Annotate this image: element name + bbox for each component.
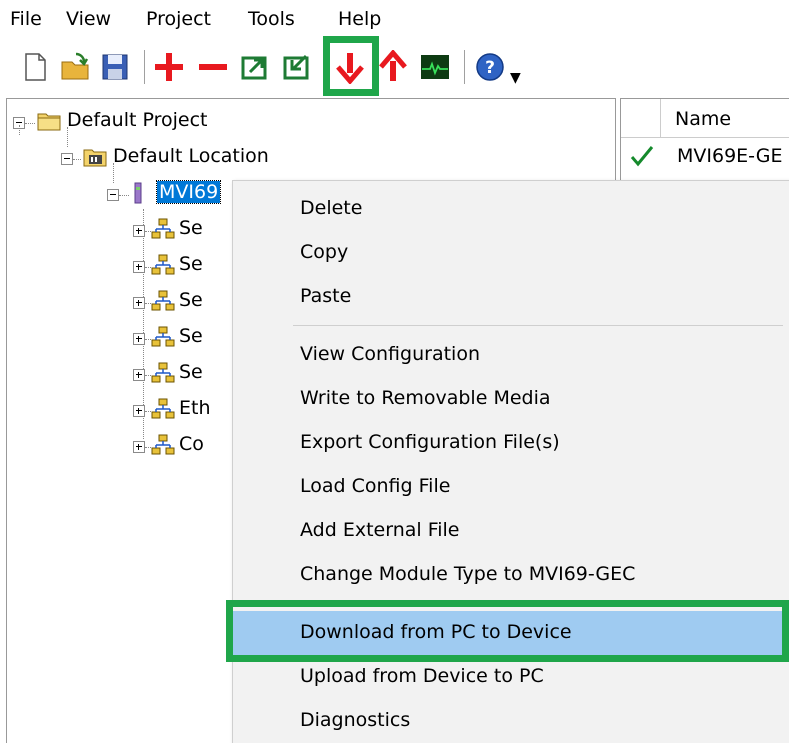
export-icon[interactable]: [238, 50, 272, 84]
remove-icon[interactable]: [196, 50, 230, 84]
add-icon[interactable]: [152, 50, 186, 84]
expand-toggle[interactable]: [133, 225, 145, 237]
download-button-highlight: [323, 36, 379, 96]
list-header-name[interactable]: Name: [661, 99, 789, 138]
menu-item-label: Change Module Type to MVI69-GEC: [300, 563, 636, 585]
menu-item-copy[interactable]: Copy: [233, 231, 789, 275]
network-icon: [151, 290, 175, 312]
menu-item-label: Delete: [300, 197, 363, 219]
menu-item-view-configuration[interactable]: View Configuration: [233, 333, 789, 377]
menu-item-change-module-type[interactable]: Change Module Type to MVI69-GEC: [233, 553, 789, 597]
tree-label-child: Co: [179, 433, 204, 455]
menu-item-load-config-file[interactable]: Load Config File: [233, 465, 789, 509]
menu-item-export-configuration[interactable]: Export Configuration File(s): [233, 421, 789, 465]
tree-label-child: Se: [179, 289, 203, 311]
expand-toggle[interactable]: [133, 333, 145, 345]
list-item-name: MVI69E-GE: [677, 145, 783, 167]
diagnostics-icon[interactable]: [418, 50, 452, 84]
list-header-name-label: Name: [675, 108, 732, 130]
menu-item-label: Load Config File: [300, 475, 451, 497]
menu-item-label: Paste: [300, 285, 352, 307]
menu-item-label: Write to Removable Media: [300, 387, 551, 409]
tree-label-location: Default Location: [113, 145, 269, 167]
menu-item-paste[interactable]: Paste: [233, 275, 789, 319]
help-dropdown-arrow[interactable]: ▼: [510, 70, 521, 86]
menu-bar: File View Project Tools Help: [0, 0, 789, 38]
network-icon: [151, 326, 175, 348]
expand-toggle[interactable]: [133, 405, 145, 417]
menu-item-add-external-file[interactable]: Add External File: [233, 509, 789, 553]
tree-label-child: Se: [179, 217, 203, 239]
menu-item-label: Upload from Device to PC: [300, 665, 544, 687]
list-header-status[interactable]: [621, 99, 661, 138]
save-icon[interactable]: [98, 50, 132, 84]
tree-label-module: MVI69: [155, 180, 222, 204]
open-folder-icon[interactable]: [58, 50, 92, 84]
menu-tools[interactable]: Tools: [248, 8, 295, 30]
new-file-icon[interactable]: [18, 50, 52, 84]
folder-icon: [37, 110, 61, 132]
expand-toggle[interactable]: [133, 441, 145, 453]
menu-view[interactable]: View: [66, 8, 111, 30]
menu-separator: [293, 325, 783, 326]
expand-toggle[interactable]: [133, 369, 145, 381]
menu-help[interactable]: Help: [338, 8, 381, 30]
svg-text:?: ?: [485, 58, 495, 78]
expand-toggle[interactable]: [133, 297, 145, 309]
download-menu-item-highlight: [226, 600, 789, 662]
collapse-toggle[interactable]: [107, 189, 119, 201]
menu-item-label: View Configuration: [300, 343, 480, 365]
upload-icon[interactable]: [376, 50, 410, 84]
menu-item-label: Copy: [300, 241, 349, 263]
menu-item-diagnostics[interactable]: Diagnostics: [233, 699, 789, 743]
menu-item-label: Diagnostics: [300, 709, 411, 731]
network-icon: [151, 434, 175, 456]
menu-file[interactable]: File: [10, 8, 42, 30]
toolbar: ? ▼: [0, 36, 789, 96]
module-icon: [131, 182, 145, 204]
expand-toggle[interactable]: [133, 261, 145, 273]
network-icon: [151, 218, 175, 240]
import-icon[interactable]: [280, 50, 314, 84]
network-icon: [151, 398, 175, 420]
menu-item-label: Export Configuration File(s): [300, 431, 560, 453]
rack-icon: [83, 146, 107, 168]
network-icon: [151, 362, 175, 384]
menu-item-write-removable-media[interactable]: Write to Removable Media: [233, 377, 789, 421]
tree-label-child: Se: [179, 361, 203, 383]
network-icon: [151, 254, 175, 276]
menu-item-delete[interactable]: Delete: [233, 187, 789, 231]
help-icon[interactable]: ?: [474, 50, 508, 84]
tree-label-child: Se: [179, 325, 203, 347]
collapse-toggle[interactable]: [61, 153, 73, 165]
check-icon: [629, 143, 655, 169]
tree-label-child: Eth: [179, 397, 211, 419]
tree-label-project: Default Project: [67, 109, 208, 131]
menu-item-label: Add External File: [300, 519, 460, 541]
tree-label-child: Se: [179, 253, 203, 275]
menu-project[interactable]: Project: [146, 8, 211, 30]
